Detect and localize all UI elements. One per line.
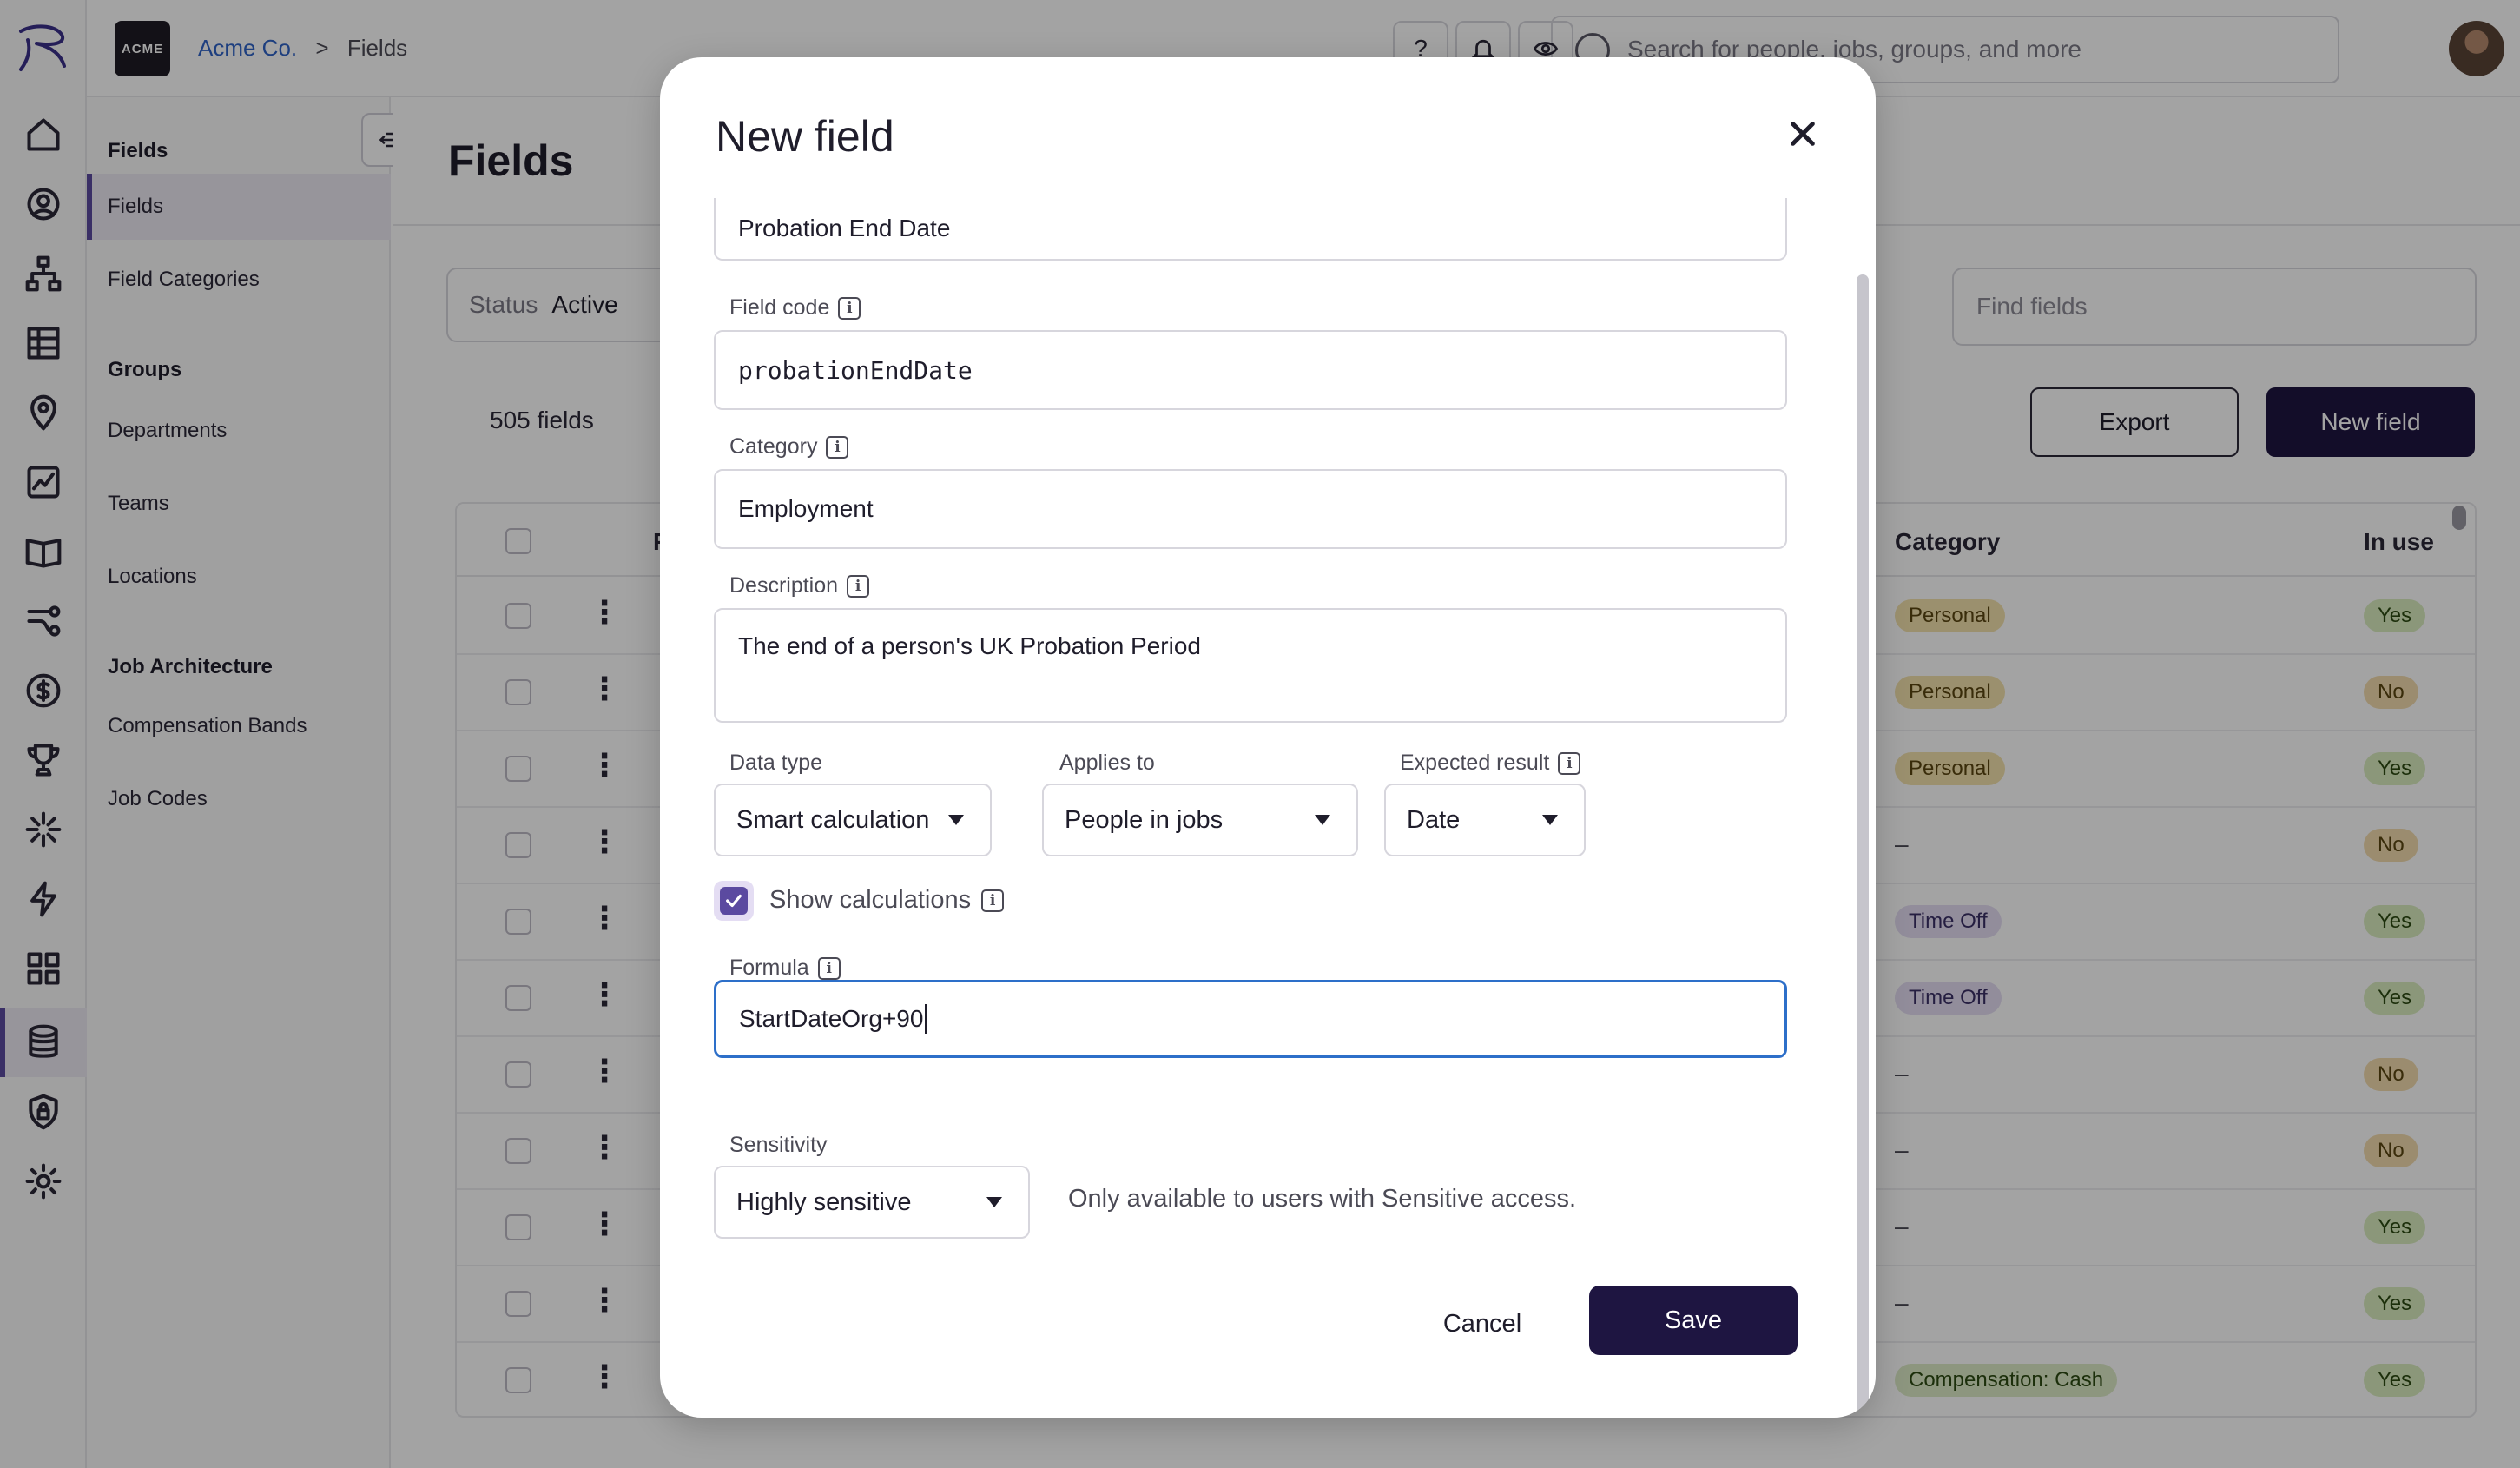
- formula-input[interactable]: StartDateOrg+90: [714, 980, 1787, 1058]
- show-calculations-label[interactable]: Show calculations i: [769, 886, 1005, 915]
- field-code-label: Field code i: [729, 295, 861, 321]
- description-label: Description i: [729, 573, 870, 598]
- expected-result-value: Date: [1407, 805, 1461, 834]
- category-label-text: Category: [729, 434, 818, 459]
- data-type-value: Smart calculation: [736, 805, 930, 834]
- info-icon[interactable]: i: [981, 889, 1005, 912]
- sensitivity-label-text: Sensitivity: [729, 1133, 828, 1157]
- field-name-input[interactable]: Probation End Date: [714, 198, 1787, 261]
- category-input[interactable]: Employment: [714, 469, 1787, 549]
- field-code-input[interactable]: probationEndDate: [714, 330, 1787, 410]
- formula-label-text: Formula: [729, 956, 809, 980]
- category-label: Category i: [729, 434, 849, 460]
- text-caret: [925, 1004, 927, 1034]
- save-button[interactable]: Save: [1589, 1286, 1798, 1355]
- show-calculations-text: Show calculations: [769, 886, 972, 914]
- checkbox-checked: [720, 887, 748, 915]
- data-type-select[interactable]: Smart calculation: [714, 784, 992, 856]
- check-icon: [726, 894, 742, 908]
- info-icon[interactable]: i: [817, 956, 841, 980]
- chevron-down-icon: [1315, 815, 1330, 825]
- expected-result-select[interactable]: Date: [1384, 784, 1586, 856]
- description-label-text: Description: [729, 573, 839, 598]
- chevron-down-icon: [948, 815, 964, 825]
- show-calculations-checkbox[interactable]: [714, 881, 754, 921]
- new-field-dialog: New field Probation End Date Field code …: [660, 57, 1876, 1418]
- info-icon[interactable]: i: [838, 296, 861, 320]
- chevron-down-icon: [1542, 815, 1558, 825]
- info-icon[interactable]: i: [826, 435, 849, 459]
- dialog-title: New field: [716, 112, 894, 161]
- dialog-scrollbar[interactable]: [1857, 274, 1869, 1412]
- description-textarea[interactable]: The end of a person's UK Probation Perio…: [714, 608, 1787, 723]
- formula-value: StartDateOrg+90: [739, 1005, 924, 1032]
- formula-label: Formula i: [729, 956, 841, 981]
- sensitivity-note: Only available to users with Sensitive a…: [1068, 1185, 1577, 1213]
- info-icon[interactable]: i: [847, 574, 870, 598]
- expected-result-label-text: Expected result: [1400, 751, 1550, 775]
- sensitivity-select[interactable]: Highly sensitive: [714, 1166, 1030, 1239]
- expected-result-label: Expected result i: [1400, 751, 1581, 776]
- close-icon: [1791, 122, 1815, 146]
- data-type-label-text: Data type: [729, 751, 823, 775]
- applies-to-label-text: Applies to: [1059, 751, 1155, 775]
- close-button[interactable]: [1780, 111, 1825, 156]
- applies-to-label: Applies to: [1059, 751, 1155, 776]
- sensitivity-label: Sensitivity: [729, 1133, 828, 1158]
- field-code-label-text: Field code: [729, 295, 830, 320]
- sensitivity-value: Highly sensitive: [736, 1187, 912, 1216]
- data-type-label: Data type: [729, 751, 822, 776]
- applies-to-select[interactable]: People in jobs: [1042, 784, 1358, 856]
- info-icon[interactable]: i: [1558, 751, 1581, 775]
- cancel-button[interactable]: Cancel: [1408, 1289, 1556, 1359]
- chevron-down-icon: [986, 1197, 1002, 1207]
- applies-to-value: People in jobs: [1065, 805, 1224, 834]
